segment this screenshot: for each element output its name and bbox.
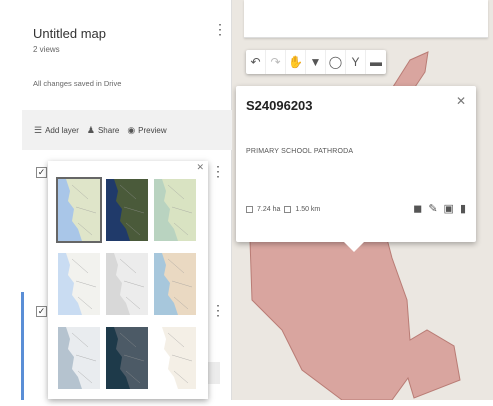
search-bar[interactable] — [244, 0, 488, 38]
save-status: All changes saved in Drive — [33, 79, 122, 88]
close-icon[interactable]: ✕ — [456, 94, 466, 108]
base-map-style-light-political[interactable] — [58, 253, 100, 315]
base-map-preview — [106, 327, 148, 389]
base-map-checkbox[interactable]: ✓ — [36, 306, 47, 317]
base-map-style-whitewater[interactable] — [154, 327, 196, 389]
eye-icon: ◉ — [127, 124, 136, 135]
add-person-icon: ♟ — [86, 124, 95, 135]
feature-measurements: 7.24 ha 1.50 km — [246, 206, 320, 213]
layer-checkbox[interactable]: ✓ — [36, 167, 47, 178]
base-map-preview — [58, 253, 100, 315]
style-paint-icon[interactable]: ◼ — [413, 202, 422, 215]
popup-pointer — [344, 242, 364, 252]
hand-pan-icon[interactable]: ✋ — [286, 50, 306, 74]
map-view-count: 2 views — [33, 45, 60, 54]
base-map-preview — [154, 253, 196, 315]
layers-icon: ☰ — [34, 124, 43, 135]
base-map-preview — [58, 179, 100, 241]
measure-ruler-icon[interactable]: ▬ — [366, 50, 386, 74]
map-title[interactable]: Untitled map — [33, 26, 106, 41]
redo-icon[interactable]: ↷ — [266, 50, 286, 74]
selected-layer-indicator — [21, 292, 24, 400]
base-map-preview — [58, 327, 100, 389]
base-map-preview — [154, 327, 196, 389]
close-icon[interactable]: ✕ — [196, 162, 204, 173]
add-layer-button[interactable]: ☰ Add layer — [34, 125, 79, 136]
add-layer-label: Add layer — [45, 125, 79, 135]
add-photo-icon[interactable]: ▣ — [444, 202, 454, 215]
feature-actions: ◼ ✎ ▣ ▮ — [413, 202, 466, 215]
base-map-preview — [154, 179, 196, 241]
layer-options-icon[interactable]: ⋮ — [211, 163, 225, 180]
perimeter-icon — [284, 206, 292, 213]
feature-title: S24096203 — [246, 98, 313, 113]
share-button[interactable]: ♟ Share — [87, 125, 119, 136]
base-map-style-mono-city[interactable] — [106, 253, 148, 315]
more-options-icon[interactable]: ⋮ — [213, 22, 227, 36]
preview-button[interactable]: ◉ Preview — [127, 125, 166, 136]
feature-description: PRIMARY SCHOOL PATHRODA — [246, 148, 354, 155]
feature-perimeter: 1.50 km — [295, 206, 321, 213]
base-map-chooser: ✕ — [48, 161, 208, 399]
base-map-style-dark-landmass[interactable] — [106, 327, 148, 389]
share-label: Share — [97, 125, 120, 135]
base-map-style-light-landmass[interactable] — [58, 327, 100, 389]
draw-line-icon[interactable]: ◯ — [326, 50, 346, 74]
base-map-style-satellite[interactable] — [106, 179, 148, 241]
feature-info-popup: S24096203 ✕ PRIMARY SCHOOL PATHRODA 7.24… — [236, 86, 476, 252]
preview-label: Preview — [138, 125, 167, 135]
base-map-style-terrain[interactable] — [154, 179, 196, 241]
base-map-preview — [106, 179, 148, 241]
drawing-toolbar: ↶ ↷ ✋ ▼ ◯ Y ▬ — [246, 50, 386, 74]
feature-area: 7.24 ha — [257, 206, 281, 213]
add-marker-icon[interactable]: ▼ — [306, 50, 326, 74]
panel-actions: ☰ Add layer ♟ Share ◉ Preview — [22, 110, 232, 150]
add-directions-icon[interactable]: Y — [346, 50, 366, 74]
base-map-preview — [106, 253, 148, 315]
undo-icon[interactable]: ↶ — [246, 50, 266, 74]
base-map-style-map[interactable] — [56, 177, 102, 243]
base-map-style-simple-atlas[interactable] — [154, 253, 196, 315]
edit-pencil-icon[interactable]: ✎ — [428, 202, 437, 215]
base-map-options-icon[interactable]: ⋮ — [211, 302, 225, 319]
area-icon — [246, 206, 253, 213]
left-margin — [0, 0, 22, 400]
delete-trash-icon[interactable]: ▮ — [460, 202, 466, 215]
